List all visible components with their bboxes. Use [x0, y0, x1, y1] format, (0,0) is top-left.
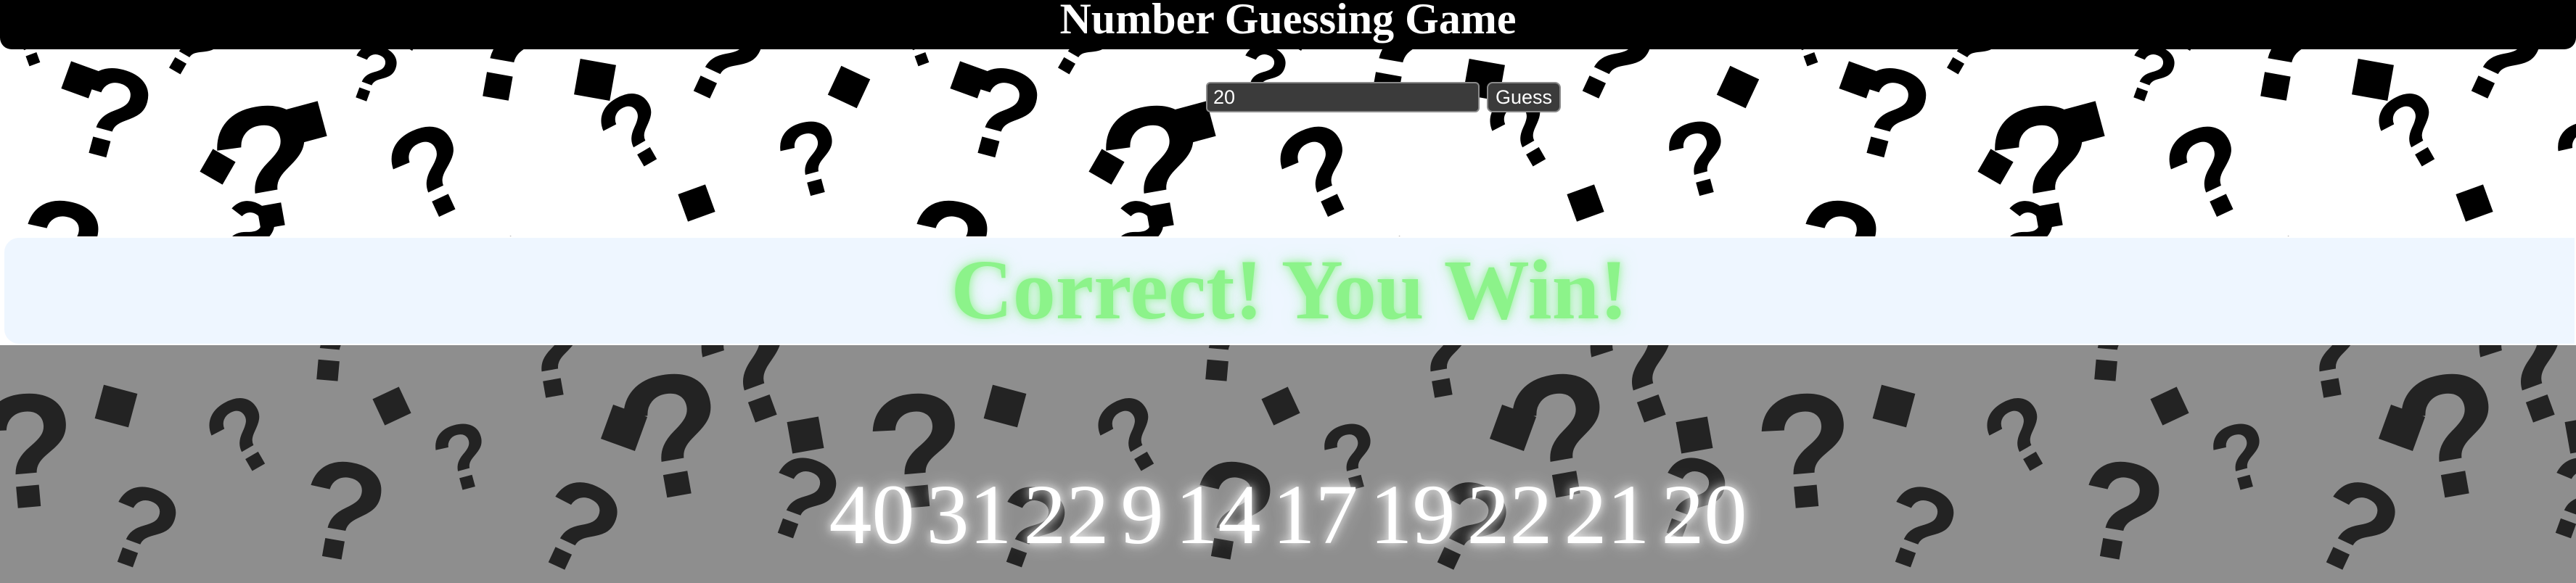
guess-history-number: 17 — [1272, 467, 1358, 562]
guess-history-number: 19 — [1369, 467, 1456, 562]
page-title: Number Guessing Game — [1059, 0, 1517, 43]
guess-input[interactable] — [1206, 82, 1480, 112]
guess-history: 40 31 22 9 14 17 19 22 21 20 — [0, 464, 2576, 566]
result-panel: Correct! You Win! — [3, 236, 2576, 345]
guess-history-number: 31 — [926, 467, 1012, 562]
guess-history-number: 40 — [829, 467, 915, 562]
guess-history-number: 22 — [1023, 467, 1109, 562]
guess-history-number: 9 — [1120, 467, 1164, 562]
guess-history-number: 22 — [1467, 467, 1553, 562]
result-message: Correct! You Win! — [951, 242, 1628, 337]
guess-history-number: 21 — [1564, 467, 1650, 562]
guess-button[interactable]: Guess — [1487, 82, 1562, 112]
title-bar: Number Guessing Game — [0, 0, 2576, 49]
pattern-square-shape — [574, 59, 616, 101]
guess-form: Guess — [1206, 81, 1562, 113]
pattern-square-shape — [2352, 59, 2394, 101]
guess-history-number: 14 — [1175, 467, 1261, 562]
guess-history-number: 20 — [1661, 467, 1747, 562]
